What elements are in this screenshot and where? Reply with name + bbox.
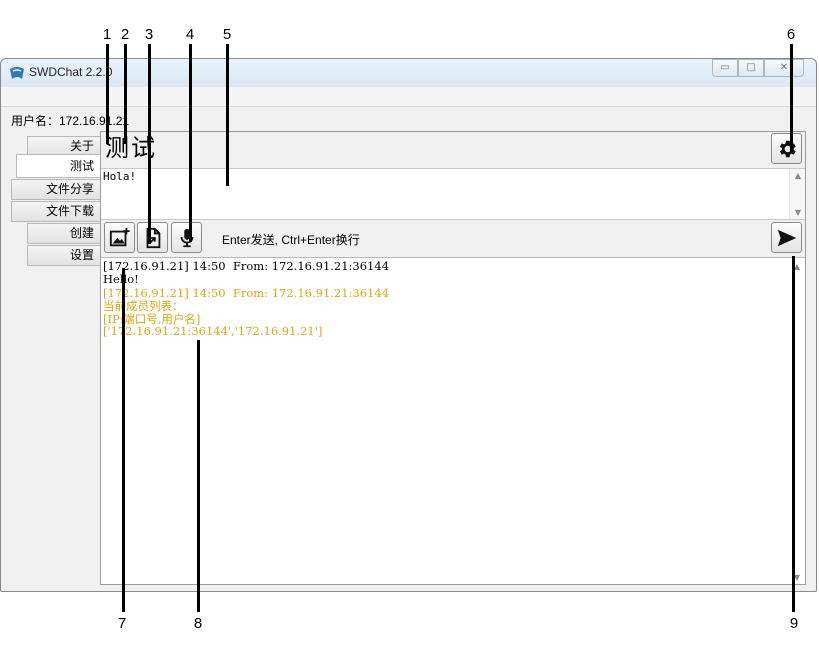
input-scrollbar[interactable]: ▲ ▼ (789, 169, 805, 219)
tab-test[interactable]: 测试 (16, 154, 101, 178)
file-send-icon (146, 227, 160, 248)
settings-button[interactable] (771, 133, 802, 164)
callout-6: 6 (786, 26, 796, 43)
message-input[interactable]: Hola! ▲ ▼ (101, 168, 805, 220)
message-input-text[interactable]: Hola! (103, 170, 136, 183)
callout-line-5 (226, 44, 229, 186)
send-file-button[interactable] (137, 222, 168, 253)
callout-line-8 (197, 340, 200, 612)
callout-1: 1 (102, 26, 112, 43)
send-image-button[interactable] (104, 222, 135, 253)
tab-file-download[interactable]: 文件下载 (11, 201, 101, 222)
maximize-button[interactable]: □ (738, 59, 764, 77)
scroll-down-icon[interactable]: ▼ (790, 208, 806, 217)
member-list-entries: ['172.16.91.21:36144','172.16.91.21'] (103, 324, 323, 338)
minimize-button[interactable]: ▭ (712, 59, 738, 77)
app-logo-icon (10, 67, 24, 79)
callout-2: 2 (120, 26, 130, 43)
callout-line-9 (792, 256, 795, 612)
message-log[interactable]: [172.16.91.21] 14:50 From: 172.16.91.21:… (101, 257, 805, 584)
add-image-icon (109, 227, 130, 246)
voice-input-button[interactable] (171, 222, 202, 253)
message-body: Hello! (103, 272, 139, 286)
chat-panel: 测试 Hola! ▲ ▼ Enter发送, Ctrl+Enter换行 [172.… (100, 131, 806, 585)
callout-3: 3 (144, 26, 154, 43)
callout-4: 4 (185, 26, 195, 43)
tab-create[interactable]: 创建 (27, 223, 101, 244)
callout-line-3 (148, 44, 151, 244)
callout-9: 9 (789, 615, 799, 632)
callout-5: 5 (222, 26, 232, 43)
callout-line-2 (124, 44, 127, 144)
input-toolbar: Enter发送, Ctrl+Enter换行 (101, 221, 805, 256)
send-arrow-icon (777, 229, 796, 246)
callout-7: 7 (117, 615, 127, 632)
close-button[interactable]: ✕ (764, 59, 804, 77)
message-header: [172.16.91.21] 14:50 From: 172.16.91.21:… (103, 259, 390, 273)
callout-line-6 (790, 44, 793, 152)
send-hint-label: Enter发送, Ctrl+Enter换行 (222, 233, 360, 247)
callout-line-4 (189, 44, 192, 242)
microphone-icon (180, 228, 193, 247)
send-button[interactable] (771, 222, 802, 253)
window-title: SWDChat 2.2.0 (29, 65, 113, 79)
gear-icon (779, 140, 796, 157)
tab-settings[interactable]: 设置 (27, 245, 101, 266)
username-label: 用户名：172.16.91.21 (11, 114, 130, 128)
callout-8: 8 (193, 615, 203, 632)
callout-line-7 (122, 268, 125, 612)
callout-line-1 (106, 44, 109, 144)
scroll-up-icon[interactable]: ▲ (790, 171, 806, 180)
tab-file-share[interactable]: 文件分享 (11, 179, 101, 200)
